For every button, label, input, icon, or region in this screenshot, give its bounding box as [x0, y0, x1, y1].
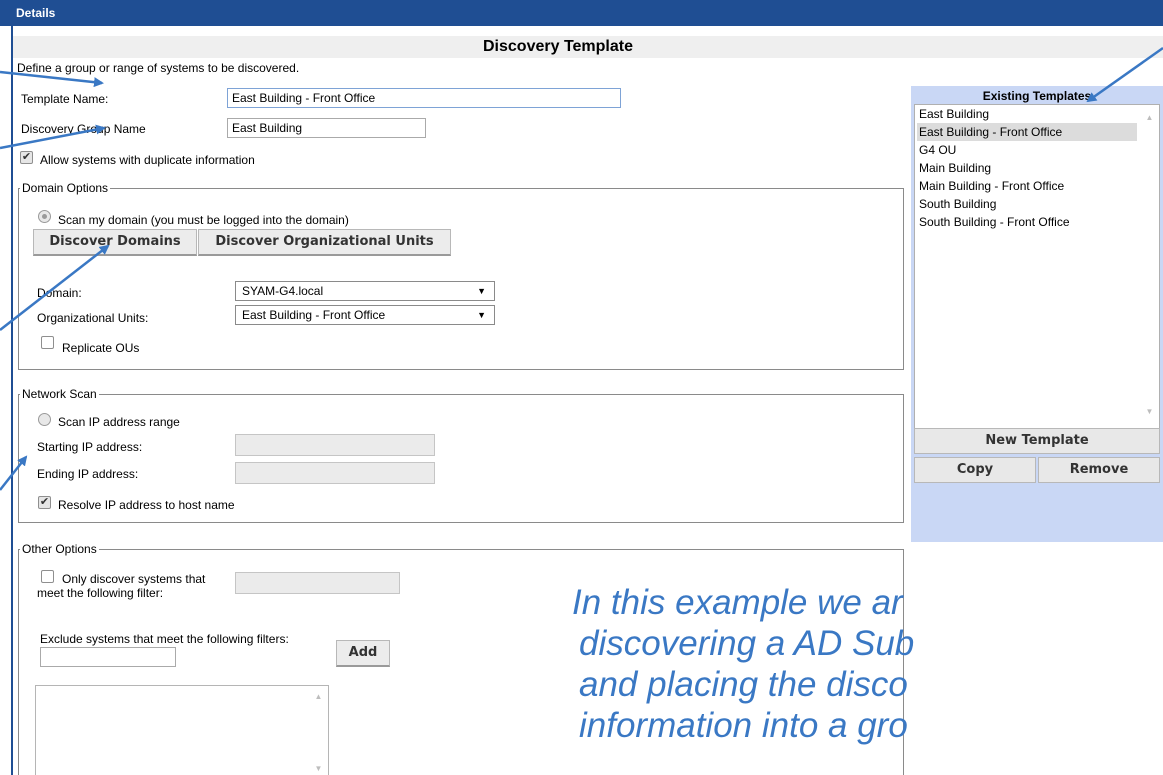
arrow-to-discover-domains	[0, 244, 110, 331]
arrow-to-group-name	[0, 124, 106, 150]
annotation-arrows	[0, 46, 1163, 491]
arrow-to-template-name	[0, 70, 104, 88]
arrow-to-network-scan	[0, 455, 28, 491]
arrow-to-existing-templates	[1086, 46, 1163, 103]
